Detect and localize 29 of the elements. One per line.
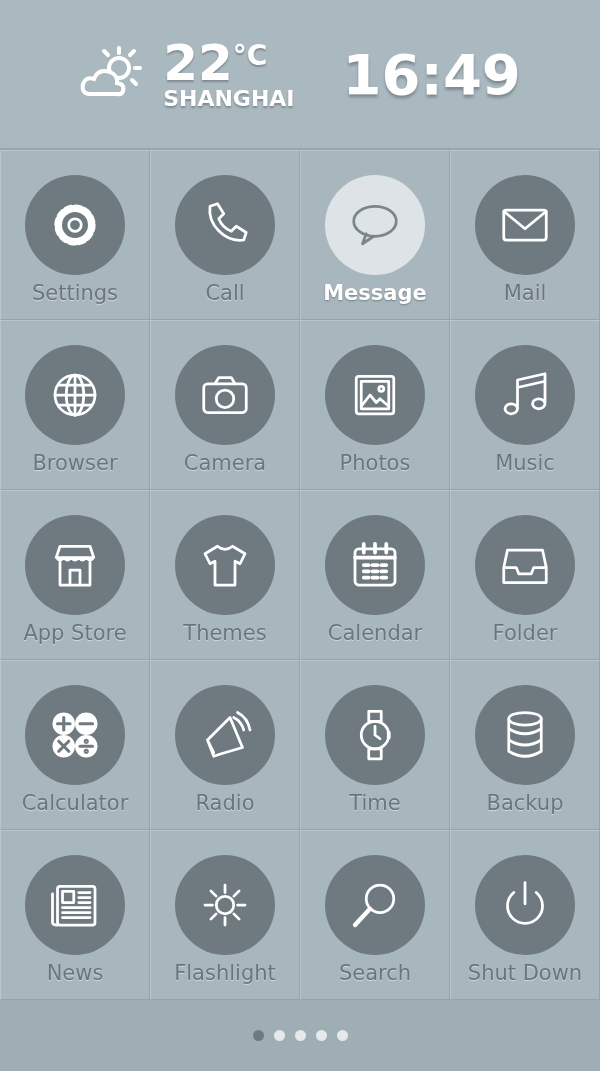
app-tile[interactable]: Calculator <box>1 661 149 829</box>
app-tile[interactable]: Backup <box>451 661 599 829</box>
app-tile[interactable]: Search <box>301 831 449 999</box>
app-tile[interactable]: Photos <box>301 321 449 489</box>
app-tile[interactable]: Shut Down <box>451 831 599 999</box>
app-tile[interactable]: Time <box>301 661 449 829</box>
page-dot[interactable] <box>252 1030 264 1041</box>
clock-time: 16:49 <box>342 41 521 107</box>
temperature: 22 <box>163 38 233 88</box>
app-tile[interactable]: Mail <box>451 151 599 319</box>
app-tile[interactable]: Folder <box>451 491 599 659</box>
app-tile[interactable]: Themes <box>151 491 299 659</box>
app-tile[interactable]: News <box>1 831 149 999</box>
app-tile[interactable]: Call <box>151 151 299 319</box>
page-dot[interactable] <box>294 1030 306 1041</box>
temperature-unit: °C <box>232 42 268 70</box>
app-tile[interactable]: Flashlight <box>151 831 299 999</box>
app-tile[interactable]: Camera <box>151 321 299 489</box>
app-tile[interactable]: Browser <box>1 321 149 489</box>
app-tile[interactable]: Settings <box>1 151 149 319</box>
app-tile[interactable]: Message <box>301 151 449 319</box>
app-tile[interactable]: Radio <box>151 661 299 829</box>
page-dot[interactable] <box>273 1030 285 1041</box>
app-tile[interactable]: Calendar <box>301 491 449 659</box>
app-tile[interactable]: App Store <box>1 491 149 659</box>
page-dot[interactable] <box>315 1030 327 1041</box>
page-dot[interactable] <box>336 1030 348 1041</box>
app-tile[interactable]: Music <box>451 321 599 489</box>
city-name: SHANGHAI <box>163 88 295 110</box>
